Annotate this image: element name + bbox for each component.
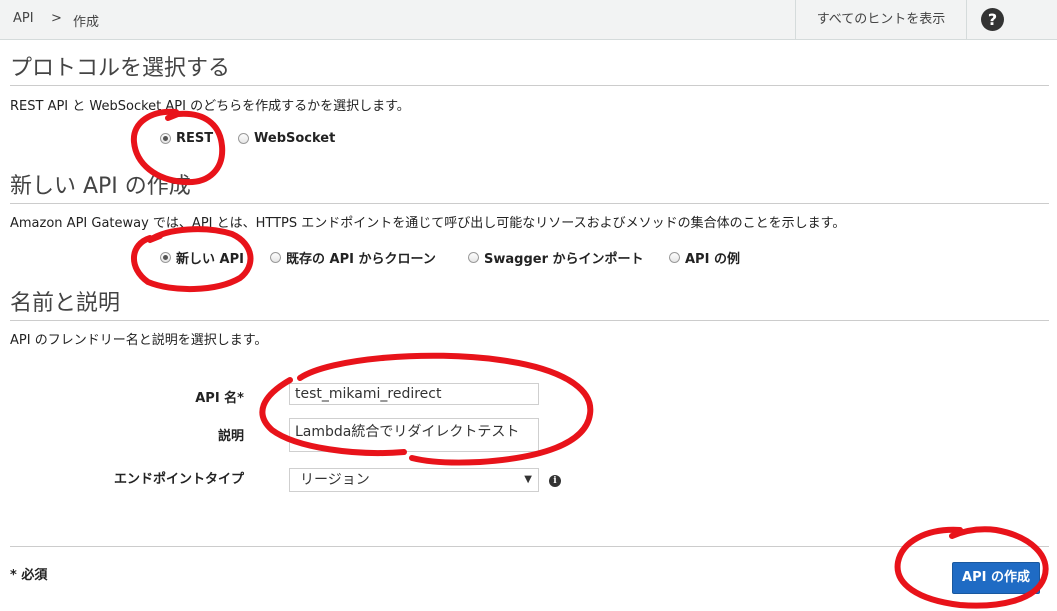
radio-example-api-label: API の例 [685, 252, 740, 267]
api-name-label: API 名* [195, 391, 244, 406]
required-note: * 必須 [10, 568, 48, 583]
radio-clone-api[interactable]: 既存の API からクローン [270, 248, 436, 267]
breadcrumb-separator: > [51, 11, 62, 26]
endpoint-type-label: エンドポイントタイプ [113, 472, 244, 487]
endpoint-type-select[interactable]: リージョン ▼ [289, 468, 539, 492]
radio-rest-label: REST [176, 131, 214, 146]
protocol-section-title: プロトコルを選択する [10, 56, 231, 81]
top-bar: API > 作成 すべてのヒントを表示 ? [0, 0, 1057, 40]
radio-websocket[interactable]: WebSocket [238, 131, 335, 146]
radio-rest[interactable]: REST [160, 131, 213, 146]
radio-swagger-import[interactable]: Swagger からインポート [468, 248, 644, 267]
breadcrumb-current: 作成 [73, 15, 100, 30]
name-section-title: 名前と説明 [10, 291, 121, 316]
radio-new-api-label: 新しい API [176, 252, 244, 267]
endpoint-type-value: リージョン [300, 472, 370, 488]
radio-new-api[interactable]: 新しい API [160, 248, 244, 267]
radio-indicator[interactable] [160, 133, 171, 144]
name-section-description: API のフレンドリー名と説明を選択します。 [10, 333, 268, 348]
new-api-description: Amazon API Gateway では、API とは、HTTPS エンドポイ… [10, 216, 846, 231]
api-name-input[interactable] [289, 383, 539, 405]
radio-indicator[interactable] [238, 133, 249, 144]
divider [10, 85, 1049, 86]
description-textarea[interactable]: Lambda統合でリダイレクトテスト [289, 418, 539, 452]
radio-example-api[interactable]: API の例 [669, 248, 740, 267]
info-circle-icon[interactable]: i [549, 475, 561, 487]
radio-indicator[interactable] [669, 252, 680, 263]
description-label: 説明 [217, 429, 244, 444]
radio-websocket-label: WebSocket [254, 131, 336, 146]
protocol-description: REST API と WebSocket API のどちらを作成するかを選択しま… [10, 99, 410, 114]
radio-clone-api-label: 既存の API からクローン [286, 252, 436, 267]
breadcrumb-root[interactable]: API [13, 11, 34, 26]
annotation-overlay [130, 108, 1049, 609]
divider [10, 546, 1049, 547]
question-circle-icon[interactable]: ? [981, 8, 1004, 31]
radio-swagger-import-label: Swagger からインポート [484, 252, 644, 267]
chevron-down-icon: ▼ [524, 474, 532, 485]
create-api-button[interactable]: API の作成 [952, 562, 1040, 594]
show-all-hints-button[interactable]: すべてのヒントを表示 [795, 0, 967, 39]
divider [10, 203, 1049, 204]
radio-indicator[interactable] [468, 252, 479, 263]
new-api-section-title: 新しい API の作成 [10, 174, 191, 199]
divider [10, 320, 1049, 321]
radio-indicator[interactable] [160, 252, 171, 263]
radio-indicator[interactable] [270, 252, 281, 263]
